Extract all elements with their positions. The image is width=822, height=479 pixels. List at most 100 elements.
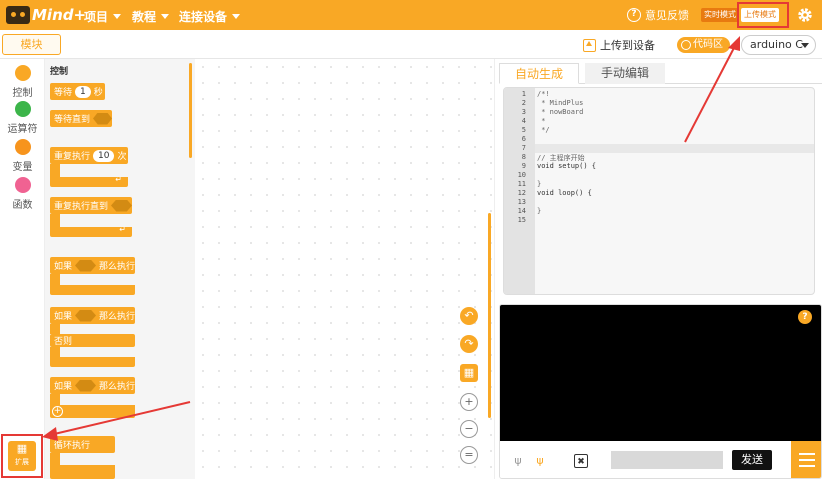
top-bar: Mind+ 项目 教程 连接设备 ? 意见反馈 实时模式 上传模式 (0, 0, 822, 30)
tab-modules[interactable]: 模块 (2, 34, 61, 55)
block-c-bottom (50, 285, 135, 295)
usb-connected-icon[interactable]: ψ (533, 454, 547, 468)
block-text: 循环执行 (54, 441, 91, 451)
block-wait-until[interactable]: 等待直到 (50, 110, 112, 127)
zoom-reset-icon[interactable]: = (460, 446, 478, 464)
block-if-else[interactable]: 如果 那么执行 (50, 307, 135, 324)
redo-icon[interactable]: ↷ (460, 335, 478, 353)
zoom-out-icon[interactable]: − (460, 420, 478, 438)
clear-output-icon[interactable]: ✖ (574, 454, 588, 468)
menu-line (799, 453, 815, 455)
category-label: 运算符 (7, 124, 38, 135)
category-variables[interactable]: 变量 (0, 139, 45, 173)
cleanup-icon[interactable]: ▦ (460, 364, 478, 382)
block-if-then[interactable]: 如果 那么执行 (50, 257, 135, 274)
block-c-bottom (50, 465, 115, 479)
palette-section-title: 控制 (50, 67, 69, 77)
boolean-slot (93, 112, 112, 125)
block-text: 等待直到 (54, 115, 91, 125)
serial-output (500, 305, 821, 441)
serial-monitor: ? ψ ψ ✖ 发送 (499, 304, 822, 479)
block-text: 如果 (54, 312, 73, 322)
menu-tutorial[interactable]: 教程 (132, 8, 170, 25)
loop-arrow-icon: ↵ (119, 225, 126, 234)
serial-menu-button[interactable] (791, 441, 821, 478)
block-c-arm (50, 347, 60, 357)
code-panel: 自动生成 手动编辑 1 2 3 4 5 6 7 8 9 10 11 12 13 14 15 /*! * Mi… (494, 59, 822, 479)
usb-icon[interactable]: ψ (511, 454, 525, 468)
chevron-down-icon (161, 14, 170, 19)
code-line: * nowBoard (537, 108, 584, 116)
category-functions[interactable]: 函数 (0, 177, 45, 211)
block-text: 重复执行 (54, 152, 91, 162)
block-number-input[interactable]: 1 (75, 85, 91, 98)
block-number-input[interactable]: 10 (93, 149, 115, 162)
chevron-down-icon (113, 14, 122, 19)
line-number: 15 (517, 216, 526, 224)
block-text: 重复执行直到 (54, 202, 109, 212)
category-sidebar: 控制 运算符 变量 函数 (0, 59, 45, 479)
block-c-arm (50, 214, 60, 227)
menu-project[interactable]: 项目 (84, 8, 122, 25)
board-select-value: arduino C (750, 38, 803, 51)
block-text: 等待 (54, 88, 73, 98)
board-select[interactable]: arduino C (741, 35, 816, 55)
code-line: } (537, 207, 542, 215)
block-repeat[interactable]: 重复执行 10 次 (50, 147, 128, 164)
block-text: 否则 (54, 337, 73, 347)
code-tabs: 自动生成 手动编辑 (499, 61, 822, 84)
block-if-then-extendable[interactable]: 如果 那么执行 (50, 377, 135, 394)
block-repeat-until[interactable]: 重复执行直到 (50, 197, 132, 214)
upload-to-device-button[interactable]: 上传到设备 (583, 37, 655, 53)
category-label: 函数 (12, 200, 33, 211)
code-line: /*! (537, 90, 550, 98)
undo-icon[interactable]: ↶ (460, 307, 478, 325)
block-forever[interactable]: 循环执行 (50, 436, 115, 453)
block-else-label: 否则 (50, 334, 135, 347)
category-dot-icon (14, 101, 31, 117)
help-icon[interactable]: ? (798, 310, 812, 324)
block-palette: 控制 等待 1 秒 等待直到 重复执行 10 次 ↵ 重复执行直到 ↵ 如果 那… (45, 59, 195, 479)
feedback-link[interactable]: ? 意见反馈 (627, 7, 689, 23)
code-editor[interactable]: 1 2 3 4 5 6 7 8 9 10 11 12 13 14 15 /*! * MindPlus * n… (503, 87, 815, 295)
block-wait[interactable]: 等待 1 秒 (50, 83, 105, 100)
upload-icon (583, 38, 596, 52)
serial-send-input[interactable] (611, 451, 723, 469)
extension-button[interactable]: ▦ 扩展 (1, 434, 43, 478)
block-text: 次 (117, 152, 127, 162)
block-c-bottom (50, 357, 135, 367)
line-number: 14 (517, 207, 526, 215)
send-button[interactable]: 发送 (732, 450, 772, 470)
script-workspace[interactable] (195, 59, 494, 479)
chevron-down-icon (232, 14, 241, 19)
workspace-scrollbar[interactable] (488, 213, 491, 418)
category-control[interactable]: 控制 (0, 65, 45, 99)
line-number: 2 (521, 99, 526, 107)
line-number: 3 (521, 108, 526, 116)
menu-project-label: 项目 (84, 10, 109, 24)
palette-scrollbar[interactable] (189, 63, 192, 158)
tab-auto-generate[interactable]: 自动生成 (499, 63, 579, 84)
code-area-toggle[interactable]: 代码区 (677, 37, 730, 53)
tab-manual-edit[interactable]: 手动编辑 (585, 63, 665, 84)
mindplus-logo[interactable]: Mind+ (6, 5, 86, 25)
block-text: 如果 (54, 262, 73, 272)
code-line: void loop() { (537, 189, 592, 197)
menu-connect-label: 连接设备 (179, 10, 228, 24)
boolean-slot (111, 199, 132, 212)
category-operators[interactable]: 运算符 (0, 101, 45, 135)
line-number: 8 (521, 153, 526, 161)
line-number: 12 (517, 189, 526, 197)
line-number: 4 (521, 117, 526, 125)
line-number: 11 (517, 180, 526, 188)
loop-arrow-icon: ↵ (115, 175, 122, 184)
plus-icon[interactable]: + (52, 406, 63, 417)
zoom-in-icon[interactable]: + (460, 393, 478, 411)
menu-connect-device[interactable]: 连接设备 (179, 8, 241, 25)
upload-mode-highlight-box (737, 2, 789, 28)
gear-icon[interactable] (796, 6, 814, 24)
block-text: 那么执行 (98, 262, 135, 272)
extension-label: 扩展 (15, 458, 29, 466)
mindplus-cat-icon (6, 6, 30, 24)
live-mode-button[interactable]: 实时模式 (701, 8, 739, 22)
